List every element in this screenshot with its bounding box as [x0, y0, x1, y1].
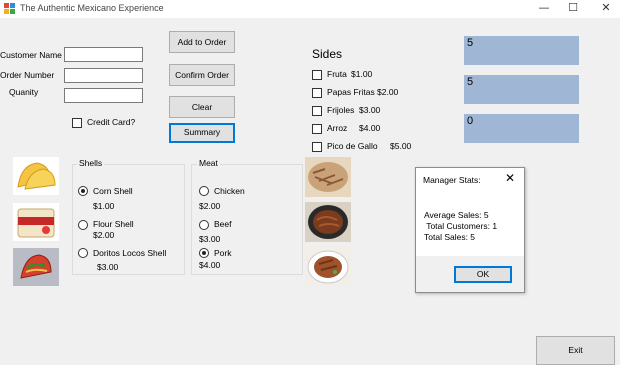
clear-button[interactable]: Clear — [169, 96, 235, 118]
shell-name-flour: Flour Shell — [93, 219, 134, 229]
radio-flour-shell[interactable] — [78, 220, 88, 230]
side-name-arroz: Arroz — [327, 123, 348, 133]
meat-name-chicken: Chicken — [214, 186, 245, 196]
minimize-button[interactable]: — — [530, 0, 558, 18]
output-box-1: 5 — [464, 36, 579, 65]
side-price-frijoles: $3.00 — [359, 105, 381, 115]
side-checkbox-pico-de-gallo[interactable] — [312, 142, 322, 152]
flour-tortilla-package-image — [13, 203, 59, 241]
side-price-pico-de-gallo: $5.00 — [390, 141, 412, 151]
shell-name-doritos: Doritos Locos Shell — [93, 248, 167, 258]
radio-doritos-locos-shell[interactable] — [78, 248, 88, 258]
exit-button[interactable]: Exit — [536, 336, 615, 365]
quantity-label: Quanity — [9, 87, 39, 97]
pork-image — [305, 246, 351, 286]
add-to-order-button[interactable]: Add to Order — [169, 31, 235, 53]
radio-beef[interactable] — [199, 220, 209, 230]
radio-chicken[interactable] — [199, 186, 209, 196]
meat-name-pork: Pork — [214, 248, 232, 258]
shells-group-title: Shells — [77, 158, 105, 168]
order-number-input[interactable] — [64, 68, 143, 83]
dialog-title: Manager Stats: — [423, 175, 481, 185]
side-price-arroz: $4.00 — [359, 123, 381, 133]
side-name-papas-fritas: Papas Fritas — [327, 87, 375, 97]
side-checkbox-frijoles[interactable] — [312, 106, 322, 116]
quantity-input[interactable] — [64, 88, 143, 103]
credit-card-label: Credit Card? — [87, 117, 136, 127]
taco-shell-image — [13, 157, 59, 195]
radio-corn-shell[interactable] — [78, 186, 88, 196]
side-checkbox-arroz[interactable] — [312, 124, 322, 134]
close-button[interactable]: ✕ — [592, 0, 620, 18]
meat-price-beef: $3.00 — [199, 234, 221, 244]
output-box-2: 5 — [464, 75, 579, 104]
shell-name-corn: Corn Shell — [93, 186, 133, 196]
radio-pork[interactable] — [199, 248, 209, 258]
order-number-label: Order Number — [0, 70, 55, 80]
doritos-locos-taco-image — [13, 248, 59, 286]
chicken-image — [305, 157, 351, 197]
meat-price-chicken: $2.00 — [199, 201, 221, 211]
customer-name-label: Customer Name — [0, 50, 62, 60]
meat-name-beef: Beef — [214, 219, 232, 229]
side-name-frijoles: Frijoles — [327, 105, 355, 115]
shell-price-doritos: $3.00 — [97, 262, 119, 272]
maximize-button[interactable]: ☐ — [559, 0, 587, 18]
dialog-ok-button[interactable]: OK — [454, 266, 512, 283]
side-price-fruta: $1.00 — [351, 69, 373, 79]
app-icon — [4, 3, 15, 14]
beef-image — [305, 202, 351, 242]
meat-group — [191, 164, 303, 275]
side-checkbox-fruta[interactable] — [312, 70, 322, 80]
shell-price-corn: $1.00 — [93, 201, 115, 211]
meat-price-pork: $4.00 — [199, 260, 221, 270]
dialog-line-total-customers: Total Customers: 1 — [424, 221, 498, 231]
side-name-fruta: Fruta — [327, 69, 347, 79]
customer-name-input[interactable] — [64, 47, 143, 62]
side-checkbox-papas-fritas[interactable] — [312, 88, 322, 98]
summary-button[interactable]: Summary — [169, 123, 235, 143]
side-price-papas-fritas: $2.00 — [377, 87, 399, 97]
confirm-order-button[interactable]: Confirm Order — [169, 64, 235, 86]
shell-price-flour: $2.00 — [93, 230, 115, 240]
dialog-line-average-sales: Average Sales: 5 — [424, 210, 489, 220]
dialog-close-icon[interactable]: ✕ — [505, 171, 515, 185]
sides-heading: Sides — [312, 47, 343, 61]
credit-card-checkbox[interactable] — [72, 118, 82, 128]
dialog-line-total-sales: Total Sales: 5 — [424, 232, 476, 242]
meat-group-title: Meat — [197, 158, 220, 168]
window-title: The Authentic Mexicano Experience — [20, 3, 164, 13]
side-name-pico-de-gallo: Pico de Gallo — [327, 141, 378, 151]
output-box-3: 0 — [464, 114, 579, 143]
